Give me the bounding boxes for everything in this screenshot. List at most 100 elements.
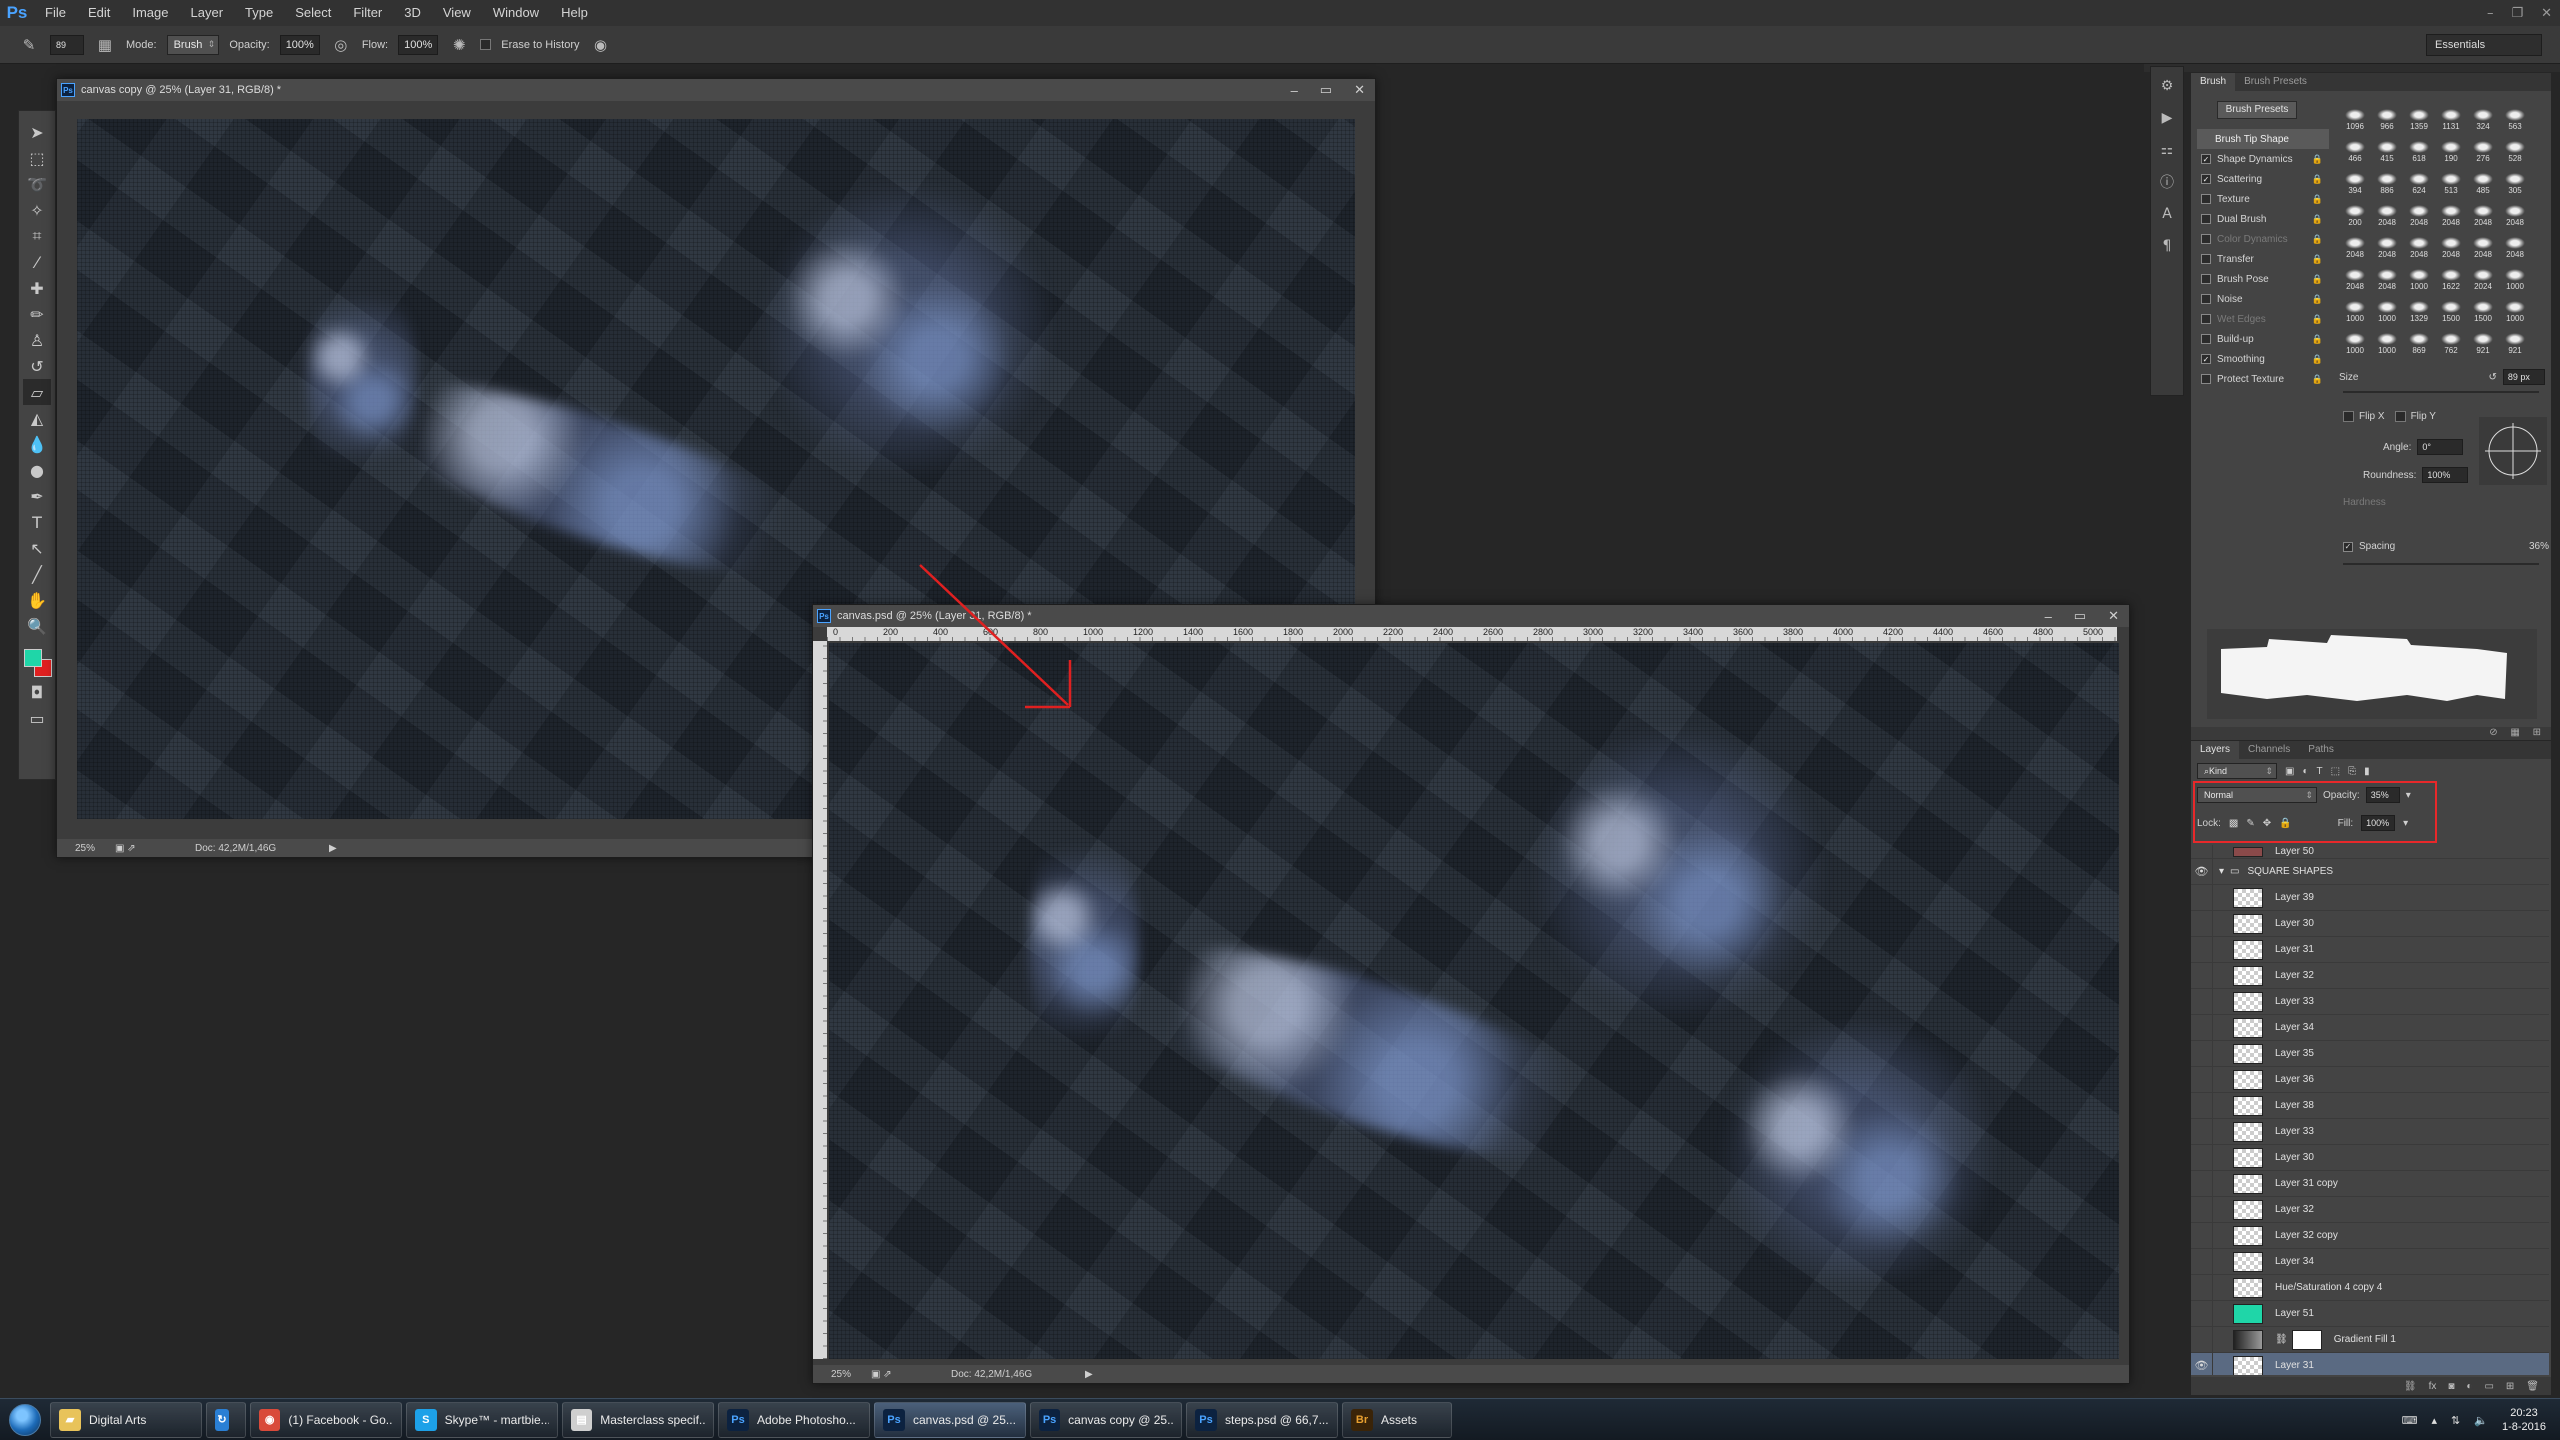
tab-brush-presets[interactable]: Brush Presets [2235,73,2316,91]
taskbar-item[interactable]: Ps canvas copy @ 25... [1030,1401,1182,1438]
info-icon[interactable]: ⓘ [2156,171,2178,193]
taskbar-item[interactable]: Ps steps.psd @ 66,7... [1186,1401,1338,1438]
visibility-toggle[interactable] [2191,1326,2213,1353]
group-expand-icon[interactable]: ▾ [2219,866,2224,877]
layer-style-icon[interactable]: fx [2429,1381,2437,1392]
visibility-toggle[interactable] [2191,936,2213,963]
new-group-icon[interactable]: ▭ [2484,1381,2493,1392]
taskbar-item[interactable]: Br Assets [1342,1401,1452,1438]
brush-tip[interactable]: 1131 [2435,101,2467,131]
doc-info[interactable]: Doc: 42,2M/1,46G [195,843,315,854]
lock-icon[interactable]: 🔒 [2312,374,2323,385]
brush-presets-button[interactable]: Brush Presets [2217,101,2297,119]
menu-view[interactable]: View [432,0,482,26]
layer-name[interactable]: Layer 51 [2275,1308,2314,1319]
brush-tip[interactable]: 1622 [2435,261,2467,291]
eye-icon[interactable]: 👁 [2191,1352,2213,1375]
tab-channels[interactable]: Channels [2239,741,2299,759]
visibility-toggle[interactable] [2191,1144,2213,1171]
eraser-tool-icon[interactable]: ✎ [18,34,40,56]
erase-to-history-checkbox[interactable] [480,39,492,50]
visibility-toggle[interactable] [2191,1196,2213,1223]
brush-tip[interactable]: 886 [2371,165,2403,195]
brush-tip[interactable]: 563 [2499,101,2531,131]
lock-icon[interactable]: 🔒 [2312,154,2323,165]
brush-tip[interactable]: 2048 [2403,197,2435,227]
color-swatches[interactable] [22,647,52,679]
brush-size-picker[interactable]: 89 [50,34,84,55]
visibility-toggle[interactable] [2191,962,2213,989]
checkbox[interactable] [2201,234,2211,244]
taskbar-item[interactable]: S Skype™ - martbie... [406,1401,558,1438]
checkbox[interactable] [2201,214,2211,224]
filter-pixel-icon[interactable]: ▣ [2285,766,2294,777]
status-arrow-icon[interactable]: ▶ [1085,1369,1093,1380]
reset-size-icon[interactable]: ↺ [2488,372,2496,383]
visibility-toggle[interactable] [2191,1170,2213,1197]
brush-tip[interactable]: 2048 [2467,229,2499,259]
tray-expand-icon[interactable]: ▴ [2432,1414,2438,1427]
checkbox[interactable] [2201,374,2211,384]
layer-row[interactable]: Layer 34 [2191,1248,2549,1275]
workspace-select[interactable]: Essentials [2426,34,2542,56]
marquee-tool-icon[interactable]: ⬚ [23,145,51,171]
layer-name[interactable]: Layer 30 [2275,918,2314,929]
foreground-color-swatch[interactable] [24,649,42,667]
brush-tip[interactable]: 2048 [2499,197,2531,227]
lock-icon[interactable]: 🔒 [2312,294,2323,305]
network-icon[interactable]: ⇅ [2451,1414,2460,1427]
layer-row[interactable]: Layer 32 [2191,1196,2549,1223]
checkbox[interactable] [2201,294,2211,304]
brush-tip[interactable]: 1000 [2403,261,2435,291]
blur-tool-icon[interactable]: 💧 [23,431,51,457]
brush-tip[interactable]: 394 [2339,165,2371,195]
layer-row[interactable]: Hue/Saturation 4 copy 4 [2191,1274,2549,1301]
doc-info-icon[interactable]: ▣ ⇗ [871,1369,921,1380]
add-mask-icon[interactable]: ◙ [2448,1381,2454,1392]
volume-icon[interactable]: 🔈 [2474,1414,2488,1427]
close-icon[interactable]: ✕ [2108,608,2119,624]
brush-option[interactable]: Dual Brush 🔒 [2197,209,2329,229]
menu-edit[interactable]: Edit [77,0,121,26]
brush-option[interactable]: Brush Pose 🔒 [2197,269,2329,289]
layer-name[interactable]: Layer 35 [2275,1048,2314,1059]
layer-row[interactable]: Layer 35 [2191,1040,2549,1067]
lock-icon[interactable]: 🔒 [2312,274,2323,285]
brush-tip[interactable]: 2048 [2371,197,2403,227]
brush-tip[interactable]: 485 [2467,165,2499,195]
tab-paths[interactable]: Paths [2299,741,2343,759]
paint-bucket-tool-icon[interactable]: ◭ [23,405,51,431]
brush-tip[interactable]: 1000 [2499,261,2531,291]
restore-icon[interactable]: ❐ [2511,6,2523,21]
layer-name[interactable]: Layer 36 [2275,1074,2314,1085]
pressure-opacity-icon[interactable]: ◎ [330,34,352,56]
brush-option-tip-shape[interactable]: Brush Tip Shape [2197,129,2329,149]
menu-layer[interactable]: Layer [180,0,235,26]
brush-tip[interactable]: 921 [2499,325,2531,355]
brush-tip[interactable]: 2048 [2371,261,2403,291]
layer-name[interactable]: Layer 32 [2275,970,2314,981]
layer-row[interactable]: Layer 30 [2191,1144,2549,1171]
visibility-toggle[interactable] [2191,1118,2213,1145]
taskbar-item[interactable]: ▰ Digital Arts [50,1401,202,1438]
minimize-icon[interactable]: – [1291,83,1298,98]
brush-tip[interactable]: 1000 [2371,293,2403,323]
lock-icon[interactable]: 🔒 [2312,234,2323,245]
taskbar-item[interactable]: ▤ Masterclass specif... [562,1401,714,1438]
layer-row[interactable]: Layer 50 [2191,845,2549,859]
brush-tip[interactable]: 2048 [2339,261,2371,291]
screen-mode-icon[interactable]: ▭ [23,705,51,731]
layer-row[interactable]: Layer 33 [2191,988,2549,1015]
layer-name[interactable]: Layer 39 [2275,892,2314,903]
close-icon[interactable]: ✕ [2541,6,2552,21]
new-brush-icon[interactable]: ⊞ [2533,727,2541,738]
vertical-ruler[interactable] [813,641,827,1359]
maximize-icon[interactable]: ▭ [2074,608,2086,624]
brush-option[interactable]: ✓ Shape Dynamics 🔒 [2197,149,2329,169]
filter-adjustment-icon[interactable]: ◐ [2302,766,2308,777]
brush-grid-icon[interactable]: ▦ [2510,727,2519,738]
brush-option[interactable]: Transfer 🔒 [2197,249,2329,269]
spacing-checkbox[interactable]: ✓ [2343,541,2353,552]
visibility-toggle[interactable] [2191,1040,2213,1067]
brush-tip[interactable]: 528 [2499,133,2531,163]
